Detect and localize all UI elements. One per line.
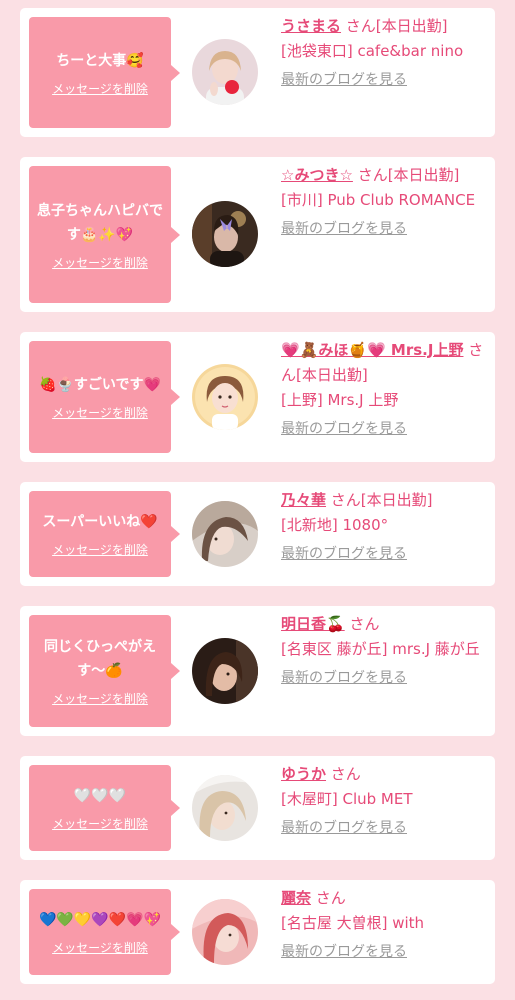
cast-status: さん (330, 765, 361, 783)
avatar[interactable] (192, 364, 258, 430)
cast-status: さん[本日出勤] (345, 17, 448, 35)
latest-blog-link[interactable]: 最新のブログを見る (281, 666, 407, 691)
message-card: スーパーいいね❤️ メッセージを削除 乃々華 さん[本日出勤] [北新地] 10… (20, 482, 495, 586)
message-bubble: 🤍🤍🤍 メッセージを削除 (29, 765, 180, 851)
latest-blog-link[interactable]: 最新のブログを見る (281, 940, 407, 965)
shop-name: [池袋東口] cafe&bar nino (281, 42, 464, 60)
delete-message-link[interactable]: メッセージを削除 (52, 542, 148, 558)
message-text: 🍓🍨すごいです💗 (39, 377, 161, 393)
latest-blog-link[interactable]: 最新のブログを見る (281, 217, 407, 242)
message-card: 🍓🍨すごいです💗 メッセージを削除 💗🧸みほ🍯💗 Mrs.J上野 さん[本日出勤… (20, 332, 495, 462)
shop-name: [北新地] 1080° (281, 516, 389, 534)
message-text: 🤍🤍🤍 (73, 788, 127, 804)
cast-info: 明日香🍒 さん [名東区 藤が丘] mrs.J 藤が丘 最新のブログを見る (281, 612, 486, 691)
message-card: ちーと大事🥰 メッセージを削除 うさまる さん[本日出勤] [池袋東口] caf… (20, 8, 495, 137)
name-line: うさまる さん[本日出勤] (281, 14, 486, 39)
cast-info: ☆みつき☆ さん[本日出勤] [市川] Pub Club ROMANCE 最新の… (281, 163, 486, 242)
message-bubble: 息子ちゃんハピバです🎂✨💖 メッセージを削除 (29, 166, 180, 303)
cast-name-link[interactable]: ゆうか (281, 765, 326, 783)
message-text: 同じくひっぺがえす〜🍊 (44, 639, 156, 679)
message-text: ちーと大事🥰 (56, 52, 144, 69)
latest-blog-link[interactable]: 最新のブログを見る (281, 816, 407, 841)
delete-message-link[interactable]: メッセージを削除 (52, 691, 148, 707)
delete-message-link[interactable]: メッセージを削除 (52, 255, 148, 271)
avatar[interactable] (192, 899, 258, 965)
message-bubble: 🍓🍨すごいです💗 メッセージを削除 (29, 341, 180, 453)
cast-info: 麗奈 さん [名古屋 大曽根] with 最新のブログを見る (281, 886, 486, 965)
avatar[interactable] (192, 638, 258, 704)
avatar[interactable] (192, 775, 258, 841)
message-text: スーパーいいね❤️ (42, 514, 158, 530)
message-card: 🤍🤍🤍 メッセージを削除 ゆうか さん [木屋町] Club MET 最新のブロ… (20, 756, 495, 860)
cast-info: うさまる さん[本日出勤] [池袋東口] cafe&bar nino 最新のブロ… (281, 14, 486, 93)
latest-blog-link[interactable]: 最新のブログを見る (281, 417, 407, 442)
message-card: 同じくひっぺがえす〜🍊 メッセージを削除 明日香🍒 さん [名東区 藤が丘] m… (20, 606, 495, 736)
name-line: ゆうか さん (281, 762, 486, 787)
cast-info: ゆうか さん [木屋町] Club MET 最新のブログを見る (281, 762, 486, 841)
message-text: 息子ちゃんハピバです🎂✨💖 (37, 202, 163, 243)
message-bubble: スーパーいいね❤️ メッセージを削除 (29, 491, 180, 577)
cast-name-link[interactable]: 明日香🍒 (281, 615, 345, 633)
delete-message-link[interactable]: メッセージを削除 (52, 405, 148, 421)
message-bubble: 同じくひっぺがえす〜🍊 メッセージを削除 (29, 615, 180, 727)
cast-info: 💗🧸みほ🍯💗 Mrs.J上野 さん[本日出勤] [上野] Mrs.J 上野 最新… (281, 338, 486, 442)
cast-status: さん (349, 615, 380, 633)
name-line: 明日香🍒 さん (281, 612, 486, 637)
message-bubble: 💙💚💛💜❤️💗💖 メッセージを削除 (29, 889, 180, 975)
avatar[interactable] (192, 39, 258, 105)
avatar[interactable] (192, 501, 258, 567)
cast-info: 乃々華 さん[本日出勤] [北新地] 1080° 最新のブログを見る (281, 488, 486, 567)
latest-blog-link[interactable]: 最新のブログを見る (281, 542, 407, 567)
cast-name-link[interactable]: うさまる (281, 17, 341, 35)
shop-name: [名古屋 大曽根] with (281, 914, 425, 932)
delete-message-link[interactable]: メッセージを削除 (52, 81, 148, 97)
cast-name-link[interactable]: 💗🧸みほ🍯💗 Mrs.J上野 (281, 341, 463, 359)
shop-name: [市川] Pub Club ROMANCE (281, 191, 476, 209)
message-card: 息子ちゃんハピバです🎂✨💖 メッセージを削除 ☆みつき☆ さん[本日出勤] [市… (20, 157, 495, 312)
cast-name-link[interactable]: ☆みつき☆ (281, 166, 353, 184)
latest-blog-link[interactable]: 最新のブログを見る (281, 68, 407, 93)
avatar[interactable] (192, 201, 258, 267)
shop-name: [名東区 藤が丘] mrs.J 藤が丘 (281, 640, 480, 658)
message-card: 💙💚💛💜❤️💗💖 メッセージを削除 麗奈 さん [名古屋 大曽根] with 最… (20, 880, 495, 984)
delete-message-link[interactable]: メッセージを削除 (52, 940, 148, 956)
cast-name-link[interactable]: 乃々華 (281, 491, 326, 509)
message-bubble: ちーと大事🥰 メッセージを削除 (29, 17, 180, 128)
name-line: 💗🧸みほ🍯💗 Mrs.J上野 さん[本日出勤] (281, 338, 486, 388)
cast-status: さん (315, 889, 346, 907)
name-line: 麗奈 さん (281, 886, 486, 911)
shop-name: [木屋町] Club MET (281, 790, 413, 808)
cast-name-link[interactable]: 麗奈 (281, 889, 311, 907)
name-line: ☆みつき☆ さん[本日出勤] (281, 163, 486, 188)
cast-status: さん[本日出勤] (357, 166, 460, 184)
cast-status: さん[本日出勤] (330, 491, 433, 509)
name-line: 乃々華 さん[本日出勤] (281, 488, 486, 513)
message-text: 💙💚💛💜❤️💗💖 (38, 912, 162, 928)
delete-message-link[interactable]: メッセージを削除 (52, 816, 148, 832)
shop-name: [上野] Mrs.J 上野 (281, 391, 399, 409)
